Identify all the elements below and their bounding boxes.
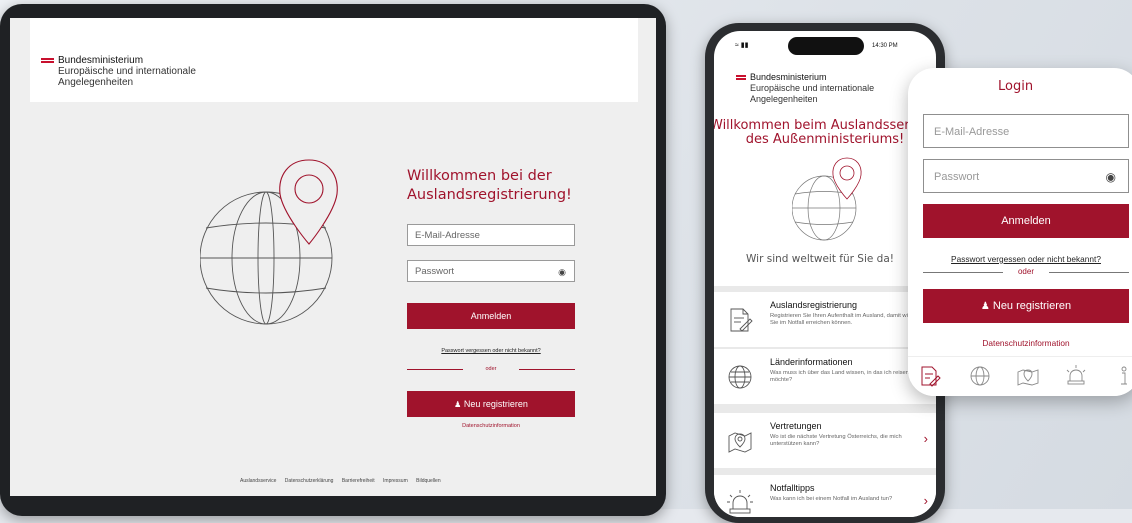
chevron-right-icon: › [923, 493, 928, 508]
footer-link-datenschutz[interactable]: Datenschutzerklärung [285, 478, 334, 484]
registration-icon[interactable] [918, 365, 942, 387]
item-title: Auslandsregistrierung [770, 300, 858, 310]
footer-link-auslandsservice[interactable]: Auslandsservice [240, 478, 276, 484]
service-list: Auslandsregistrierung Registrieren Sie I… [714, 286, 936, 517]
brand-line-2: Europäische und internationale [58, 66, 196, 77]
privacy-link[interactable]: Datenschutzinformation [407, 423, 575, 429]
footer-links: Auslandsservice Datenschutzerklärung Bar… [240, 478, 448, 484]
globe-icon [728, 365, 752, 389]
email-input[interactable]: E-Mail-Adresse [923, 114, 1129, 148]
welcome-line-1: Willkommen beim Auslandsservice [714, 118, 936, 133]
footer-link-bildquellen[interactable]: Bildquellen [416, 478, 440, 484]
footer-link-impressum[interactable]: Impressum [383, 478, 408, 484]
globe-icon[interactable] [968, 365, 992, 387]
privacy-link[interactable]: Datenschutzinformation [923, 338, 1129, 348]
subtitle: Wir sind weltweit für Sie da! [746, 253, 894, 265]
login-button[interactable]: Anmelden [923, 204, 1129, 238]
brand-line-1: Bundesministerium [750, 72, 827, 82]
register-label: Neu registrieren [992, 300, 1072, 312]
map-pin-icon[interactable] [1016, 365, 1040, 387]
welcome-line-2: des Außenministeriums! [745, 132, 905, 147]
or-divider: oder [923, 266, 1129, 278]
login-button[interactable]: Anmelden [407, 303, 575, 329]
map-pin-icon [728, 432, 752, 453]
tablet-screen: Bundesministerium Europäische und intern… [10, 18, 656, 496]
login-form-heading: Willkommen bei der Auslandsregistrierung… [407, 167, 575, 205]
austria-flag-icon [41, 58, 54, 65]
list-item-vertretungen[interactable]: Vertretungen Wo ist die nächste Vertretu… [714, 413, 936, 468]
welcome-line-1: Willkommen bei der [407, 168, 552, 184]
register-button[interactable]: ♟ Neu registrieren [923, 289, 1129, 323]
password-input[interactable]: Passwort ◉ [923, 159, 1129, 193]
siren-icon [727, 490, 753, 514]
user-add-icon: ♟ [980, 301, 990, 312]
globe-pin-illustration [200, 159, 338, 325]
item-description: Wo ist die nächste Vertretung Österreich… [770, 434, 902, 447]
bottom-tab-bar [908, 356, 1132, 396]
siren-icon[interactable] [1064, 365, 1088, 387]
registration-icon [730, 308, 753, 332]
password-placeholder: Passwort [415, 266, 455, 277]
item-title: Notfalltipps [770, 483, 815, 493]
list-item-notfalltipps[interactable]: Notfalltipps Was kann ich bei einem Notf… [714, 475, 936, 517]
register-label: Neu registrieren [463, 399, 528, 409]
brand-line-1: Bundesministerium [58, 55, 144, 66]
footer-link-barrierefreiheit[interactable]: Barrierefreiheit [342, 478, 375, 484]
brand-line-2: Europäische und internationale [750, 83, 875, 93]
globe-pin-illustration [792, 157, 862, 241]
password-input[interactable]: Passwort ◉ [407, 260, 575, 282]
item-title: Länderinformationen [770, 357, 853, 367]
phone-notch [788, 37, 864, 55]
forgot-password-link[interactable]: Passwort vergessen oder nicht bekannt? [923, 254, 1129, 264]
user-add-icon: ♟ [454, 400, 462, 409]
item-title: Vertretungen [770, 421, 822, 431]
item-description: Registrieren Sie Ihren Aufenthalt im Aus… [770, 313, 910, 326]
register-button[interactable]: ♟ Neu registrieren [407, 391, 575, 417]
show-password-eye-icon[interactable]: ◉ [558, 261, 566, 283]
welcome-line-2: Auslandsregistrierung! [407, 187, 572, 203]
login-card: Login E-Mail-Adresse Passwort ◉ Anmelden… [908, 68, 1132, 396]
tablet-device: Bundesministerium Europäische und intern… [0, 4, 666, 516]
email-input[interactable]: E-Mail-Adresse [407, 224, 575, 246]
forgot-password-link[interactable]: Passwort vergessen oder nicht bekannt? [407, 348, 575, 354]
brand-line-3: Angelegenheiten [750, 94, 818, 104]
password-placeholder: Passwort [934, 171, 980, 183]
signal-battery-icon: ≈ ▮▮ [735, 42, 749, 49]
ministry-logo[interactable]: Bundesministerium Europäische und intern… [58, 55, 196, 88]
status-time: 14:30 PM [872, 43, 898, 49]
austria-flag-icon [736, 75, 746, 82]
list-item-auslandsregistrierung[interactable]: Auslandsregistrierung Registrieren Sie I… [714, 292, 936, 347]
item-description: Was kann ich bei einem Notfall im Auslan… [770, 496, 893, 502]
item-description: Was muss ich über das Land wissen, in da… [770, 370, 909, 383]
list-item-laenderinformationen[interactable]: Länderinformationen Was muss ich über da… [714, 349, 936, 404]
or-divider: oder [407, 364, 575, 374]
show-password-eye-icon[interactable]: ◉ [1106, 160, 1116, 194]
phone-screen: ≈ ▮▮ 14:30 PM Bundesministerium Europäis… [714, 31, 936, 517]
chevron-right-icon: › [923, 431, 928, 446]
info-icon[interactable] [1112, 365, 1132, 387]
ministry-logo[interactable]: Bundesministerium Europäische und intern… [750, 72, 874, 105]
login-title: Login [998, 79, 1034, 94]
brand-line-3: Angelegenheiten [58, 77, 134, 88]
